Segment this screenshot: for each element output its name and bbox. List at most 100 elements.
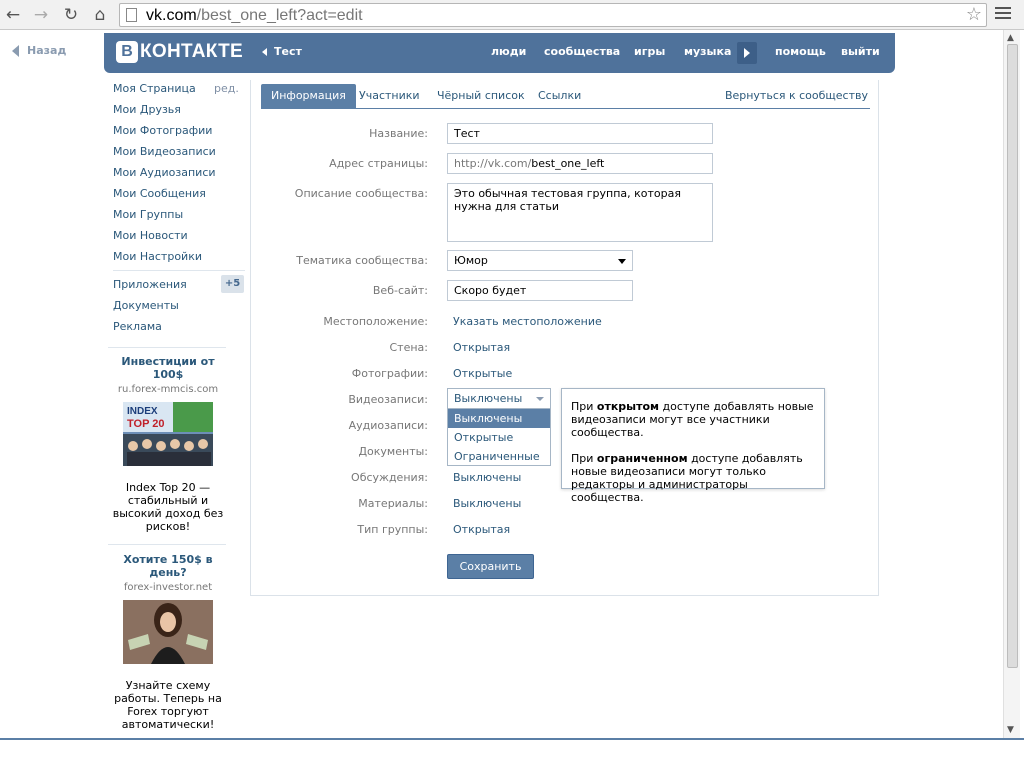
videos-option-open[interactable]: Открытые bbox=[448, 428, 550, 447]
vk-logo[interactable]: В КОНТАКТЕ bbox=[116, 41, 243, 63]
menu-my-messages[interactable]: Мои Сообщения bbox=[113, 187, 206, 200]
photos-label: Фотографии: bbox=[351, 367, 428, 380]
ad-block[interactable]: Хотите 150$ в день? forex-investor.net У… bbox=[108, 553, 228, 731]
menu-my-videos[interactable]: Мои Видеозаписи bbox=[113, 145, 216, 158]
videos-label: Видеозаписи: bbox=[348, 393, 428, 406]
bookmark-star-icon[interactable]: ☆ bbox=[966, 5, 982, 25]
videos-select[interactable]: Выключены bbox=[447, 388, 551, 409]
tabs-bar: Информация Участники Чёрный список Ссылк… bbox=[261, 84, 870, 109]
menu-my-friends[interactable]: Мои Друзья bbox=[113, 103, 181, 116]
page-bottom-edge bbox=[0, 738, 1024, 768]
svg-text:TOP 20: TOP 20 bbox=[127, 418, 165, 430]
nav-more-button[interactable] bbox=[737, 42, 757, 64]
documents-label: Документы: bbox=[358, 445, 428, 458]
ad-domain: ru.forex-mmcis.com bbox=[117, 384, 219, 395]
materials-value[interactable]: Выключены bbox=[453, 497, 521, 510]
menu-apps[interactable]: Приложения bbox=[113, 278, 187, 291]
nav-help[interactable]: помощь bbox=[775, 45, 826, 58]
browser-back-icon[interactable]: ← bbox=[2, 4, 24, 26]
menu-my-settings[interactable]: Мои Настройки bbox=[113, 250, 202, 263]
nav-games[interactable]: игры bbox=[634, 45, 665, 58]
website-label: Веб-сайт: bbox=[372, 284, 428, 297]
description-textarea[interactable]: Это обычная тестовая группа, которая нуж… bbox=[447, 183, 713, 242]
videos-dropdown-list: Выключены Открытые Ограниченные bbox=[447, 408, 551, 466]
back-triangle-icon bbox=[262, 48, 267, 56]
browser-menu-icon[interactable] bbox=[995, 7, 1011, 21]
nav-communities[interactable]: сообщества bbox=[544, 45, 620, 58]
menu-my-page[interactable]: Моя Страница bbox=[113, 82, 196, 95]
videos-option-off[interactable]: Выключены bbox=[448, 409, 550, 428]
location-link[interactable]: Указать местоположение bbox=[453, 315, 602, 328]
scroll-up-icon[interactable]: ▲ bbox=[1007, 33, 1014, 43]
reload-icon[interactable]: ↻ bbox=[60, 4, 82, 26]
vk-header: В КОНТАКТЕ Тест люди сообщества игры муз… bbox=[104, 33, 895, 73]
videos-access-tooltip: При открытом доступе добавлять новые вид… bbox=[561, 388, 825, 504]
scrollbar-thumb[interactable] bbox=[1007, 44, 1018, 668]
group-type-label: Тип группы: bbox=[357, 523, 428, 536]
photos-value[interactable]: Открытые bbox=[453, 367, 512, 380]
tab-blacklist[interactable]: Чёрный список bbox=[437, 84, 525, 108]
tooltip-open-text: При открытом доступе добавлять новые вид… bbox=[571, 400, 814, 439]
location-label: Местоположение: bbox=[323, 315, 428, 328]
ad-title[interactable]: Хотите 150$ в день? bbox=[108, 553, 228, 579]
discussions-label: Обсуждения: bbox=[351, 471, 428, 484]
page-icon bbox=[126, 8, 137, 22]
ad-domain: forex-investor.net bbox=[123, 582, 213, 593]
ad-image-index-top20[interactable]: INDEX TOP 20 bbox=[123, 402, 213, 466]
tab-info[interactable]: Информация bbox=[261, 84, 356, 108]
nav-logout[interactable]: выйти bbox=[841, 45, 880, 58]
tooltip-limited-text: При ограниченном доступе добавлять новые… bbox=[571, 452, 803, 504]
ad-title[interactable]: Инвестиции от 100$ bbox=[108, 355, 228, 381]
menu-edit-link[interactable]: ред. bbox=[214, 82, 239, 95]
back-arrow-icon bbox=[12, 45, 19, 57]
menu-my-photos[interactable]: Мои Фотографии bbox=[113, 124, 212, 137]
ad-text[interactable]: Index Top 20 — стабильный и высокий дохо… bbox=[108, 481, 228, 533]
ad-block[interactable]: Инвестиции от 100$ ru.forex-mmcis.com IN… bbox=[108, 355, 228, 533]
menu-my-groups[interactable]: Мои Группы bbox=[113, 208, 183, 221]
group-type-value[interactable]: Открытая bbox=[453, 523, 510, 536]
address-label: Адрес страницы: bbox=[329, 157, 428, 170]
nav-music[interactable]: музыка bbox=[684, 45, 731, 58]
home-icon[interactable]: ⌂ bbox=[89, 4, 111, 26]
name-input[interactable]: Тест bbox=[447, 123, 713, 144]
address-bar[interactable]: vk.com/best_one_left?act=edit ☆ bbox=[119, 3, 987, 27]
browser-toolbar: ← → ↻ ⌂ vk.com/best_one_left?act=edit ☆ bbox=[0, 0, 1024, 30]
nav-people[interactable]: люди bbox=[491, 45, 526, 58]
name-label: Название: bbox=[369, 127, 428, 140]
ad-image-woman-money[interactable] bbox=[123, 600, 213, 664]
edit-community-panel: Информация Участники Чёрный список Ссылк… bbox=[250, 80, 879, 596]
topic-select[interactable]: Юмор bbox=[447, 250, 633, 271]
dropdown-arrow-icon bbox=[618, 259, 626, 264]
back-to-community-link[interactable]: Вернуться к сообществу bbox=[725, 84, 868, 108]
tab-members[interactable]: Участники bbox=[359, 84, 420, 108]
menu-divider bbox=[108, 347, 226, 348]
scroll-down-icon[interactable]: ▼ bbox=[1007, 725, 1014, 735]
apps-count-badge[interactable]: +5 bbox=[221, 275, 244, 293]
ad-text[interactable]: Узнайте схему работы. Теперь на Forex то… bbox=[108, 679, 228, 731]
menu-my-audio[interactable]: Мои Аудиозаписи bbox=[113, 166, 216, 179]
menu-my-news[interactable]: Мои Новости bbox=[113, 229, 188, 242]
header-group-link[interactable]: Тест bbox=[262, 45, 302, 58]
wall-label: Стена: bbox=[389, 341, 429, 354]
discussions-value[interactable]: Выключены bbox=[453, 471, 521, 484]
back-link[interactable]: Назад bbox=[12, 44, 66, 57]
address-input[interactable]: http://vk.com/best_one_left bbox=[447, 153, 713, 174]
address-bar-url: vk.com/best_one_left?act=edit bbox=[146, 7, 363, 24]
tab-links[interactable]: Ссылки bbox=[538, 84, 581, 108]
menu-ads[interactable]: Реклама bbox=[113, 320, 162, 333]
materials-label: Материалы: bbox=[358, 497, 428, 510]
description-label: Описание сообщества: bbox=[294, 187, 428, 200]
svg-text:INDEX: INDEX bbox=[127, 406, 158, 417]
topic-label: Тематика сообщества: bbox=[296, 254, 428, 267]
save-button[interactable]: Сохранить bbox=[447, 554, 534, 579]
wall-value[interactable]: Открытая bbox=[453, 341, 510, 354]
menu-divider bbox=[113, 270, 245, 271]
browser-forward-icon[interactable]: → bbox=[30, 4, 52, 26]
videos-option-limited[interactable]: Ограниченные bbox=[448, 447, 550, 466]
ad-divider bbox=[108, 544, 226, 545]
dropdown-arrow-icon bbox=[536, 397, 544, 401]
menu-documents[interactable]: Документы bbox=[113, 299, 179, 312]
vertical-scrollbar[interactable]: ▲ ▼ bbox=[1003, 30, 1020, 738]
audio-label: Аудиозаписи: bbox=[348, 419, 428, 432]
website-input[interactable]: Скоро будет bbox=[447, 280, 633, 301]
